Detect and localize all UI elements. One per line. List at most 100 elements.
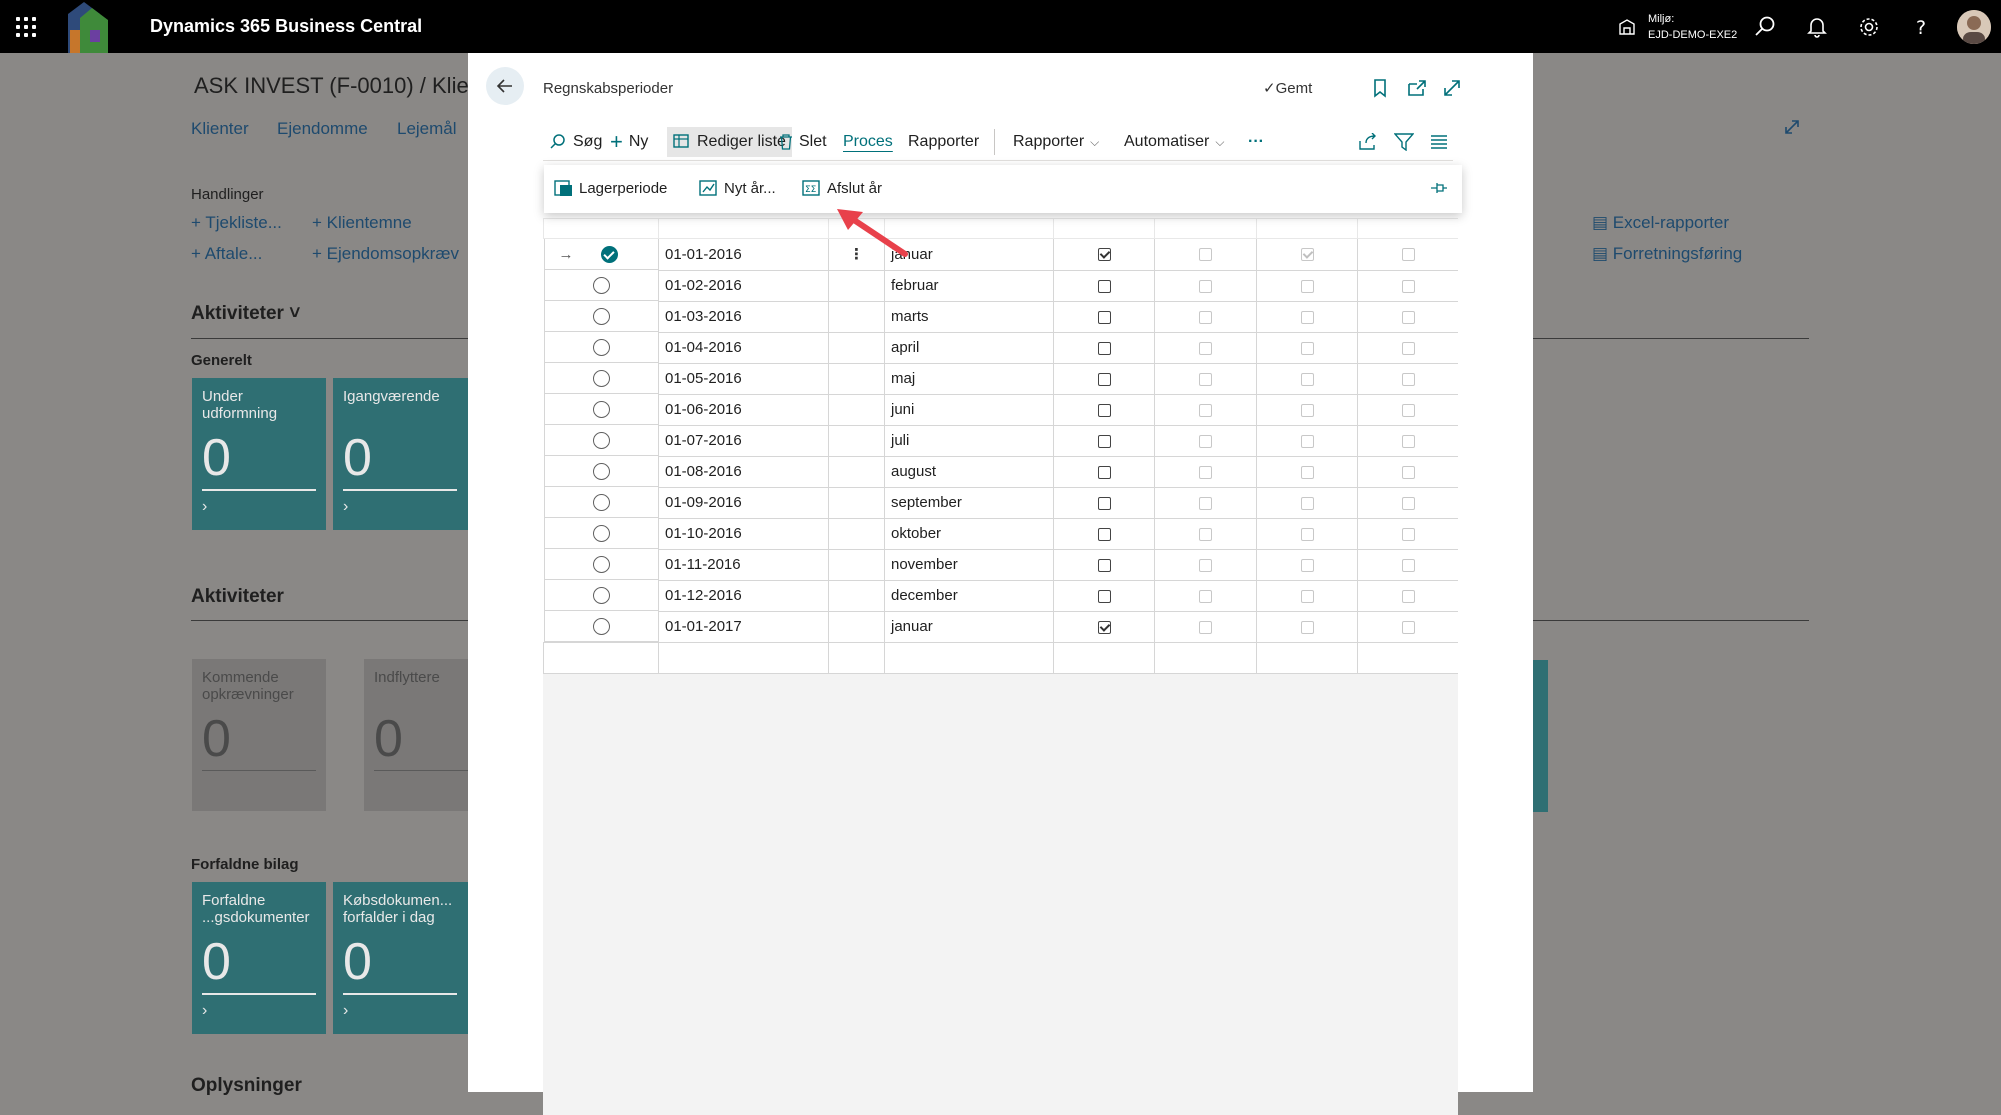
empty-cell[interactable] [543,642,659,674]
new-fiscal-year-checkbox[interactable] [1097,403,1111,417]
empty-cell[interactable] [1357,642,1458,674]
row-select-radio[interactable] [593,307,610,325]
new-fiscal-year-cell[interactable] [1053,362,1155,395]
new-fiscal-year-checkbox[interactable] [1097,248,1111,262]
row-selector-cell[interactable] [543,332,659,363]
tile-indflyttere[interactable]: Indflyttere 0 [364,659,488,811]
new-fiscal-year-checkbox[interactable] [1097,465,1111,479]
period-name-cell[interactable]: februar [884,269,1054,302]
starting-date-cell[interactable]: 01-08-2016 [658,455,829,488]
row-select-radio[interactable] [593,338,610,356]
row-menu-cell[interactable] [828,517,885,550]
row-selector-cell[interactable] [543,580,659,611]
inventory-period-action[interactable]: Lagerperiode [554,179,667,197]
nav-klienter[interactable]: Klienter [191,119,249,139]
table-row[interactable]: 01-02-2016 februar [543,269,1458,302]
row-selector-cell[interactable]: → [543,239,659,270]
starting-date-cell[interactable]: 01-09-2016 [658,486,829,519]
filter-icon[interactable] [1394,133,1414,151]
starting-date-cell[interactable]: 01-11-2016 [658,548,829,581]
period-name-cell[interactable]: maj [884,362,1054,395]
empty-cell[interactable] [658,642,829,674]
table-row[interactable]: 01-06-2016 juni [543,393,1458,426]
empty-new-row[interactable] [543,642,1458,674]
new-fiscal-year-checkbox[interactable] [1097,372,1111,386]
table-row[interactable]: 01-12-2016 december [543,579,1458,612]
row-select-radio[interactable] [593,586,610,604]
new-fiscal-year-cell[interactable] [1053,610,1155,643]
app-title[interactable]: Dynamics 365 Business Central [150,16,422,37]
row-menu-cell[interactable] [828,486,885,519]
new-fiscal-year-checkbox[interactable] [1097,310,1111,324]
table-row[interactable]: 01-04-2016 april [543,331,1458,364]
starting-date-cell[interactable]: 01-04-2016 [658,331,829,364]
expand-icon[interactable] [1782,117,1802,137]
starting-date-cell[interactable]: 01-03-2016 [658,300,829,333]
table-row[interactable]: 01-09-2016 september [543,486,1458,519]
more-options-icon[interactable]: ··· [1248,127,1264,157]
new-fiscal-year-cell[interactable] [1053,331,1155,364]
help-icon[interactable]: ? [1908,14,1934,40]
pin-icon[interactable] [1429,179,1449,197]
period-name-cell[interactable]: juli [884,424,1054,457]
row-menu-cell[interactable] [828,610,885,643]
starting-date-cell[interactable]: 01-07-2016 [658,424,829,457]
row-menu-cell[interactable] [828,300,885,333]
row-selector-cell[interactable] [543,363,659,394]
row-selector-cell[interactable] [543,487,659,518]
starting-date-cell[interactable]: 01-01-2016 [658,238,829,271]
starting-date-cell[interactable]: 01-05-2016 [658,362,829,395]
row-select-radio[interactable] [593,617,610,635]
row-menu-cell[interactable] [828,455,885,488]
table-row[interactable]: 01-03-2016 marts [543,300,1458,333]
new-fiscal-year-checkbox[interactable] [1097,496,1111,510]
row-menu-cell[interactable] [828,579,885,612]
empty-cell[interactable] [1053,642,1155,674]
edit-list-button[interactable]: Rediger liste [667,127,792,157]
empty-cell[interactable] [884,642,1054,674]
period-name-cell[interactable]: januar [884,610,1054,643]
tab-reports[interactable]: Rapporter [908,127,979,157]
automate-menu[interactable]: Automatiser ⌵ [1124,127,1224,157]
new-fiscal-year-cell[interactable] [1053,424,1155,457]
row-selector-cell[interactable] [543,425,659,456]
activities-header-1[interactable]: Aktiviteter ˅ [191,303,300,325]
new-fiscal-year-cell[interactable] [1053,393,1155,426]
row-menu-cell[interactable] [828,548,885,581]
nav-lejemaal[interactable]: Lejemål [397,119,457,139]
open-new-window-icon[interactable] [1405,76,1429,100]
new-fiscal-year-cell[interactable] [1053,517,1155,550]
row-select-radio[interactable] [593,493,610,511]
action-aftale[interactable]: + Aftale... [191,244,262,264]
table-row[interactable]: 01-07-2016 juli [543,424,1458,457]
row-selector-cell[interactable] [543,456,659,487]
new-fiscal-year-checkbox[interactable] [1097,558,1111,572]
period-name-cell[interactable]: august [884,455,1054,488]
period-name-cell[interactable]: september [884,486,1054,519]
row-selector-cell[interactable] [543,611,659,642]
delete-button[interactable]: Slet [779,127,827,157]
row-select-radio[interactable] [593,524,610,542]
search-button[interactable]: Søg [549,127,602,157]
app-launcher-icon[interactable] [14,15,38,39]
row-select-radio[interactable] [600,245,618,263]
environment-indicator[interactable]: Miljø: EJD-DEMO-EXE2 [1618,10,1748,44]
tile-koebsdokumenter[interactable]: Købsdokumen... forfalder i dag 0 › [333,882,468,1034]
tile-forfaldne[interactable]: Forfaldne ...gsdokumenter 0 › [192,882,326,1034]
user-avatar[interactable] [1957,10,1991,44]
period-name-cell[interactable]: juni [884,393,1054,426]
row-menu-cell[interactable] [828,362,885,395]
row-select-radio[interactable] [593,431,610,449]
tile-partial[interactable] [1533,660,1548,812]
row-menu-cell[interactable] [828,393,885,426]
new-fiscal-year-checkbox[interactable] [1097,341,1111,355]
reports-menu[interactable]: Rapporter ⌵ [1013,127,1099,157]
table-row[interactable]: 01-08-2016 august [543,455,1458,488]
new-fiscal-year-checkbox[interactable] [1097,279,1111,293]
row-selector-cell[interactable] [543,518,659,549]
new-fiscal-year-checkbox[interactable] [1097,434,1111,448]
starting-date-cell[interactable]: 01-12-2016 [658,579,829,612]
new-fiscal-year-cell[interactable] [1053,238,1155,271]
starting-date-cell[interactable]: 01-01-2017 [658,610,829,643]
row-menu-cell[interactable] [828,424,885,457]
